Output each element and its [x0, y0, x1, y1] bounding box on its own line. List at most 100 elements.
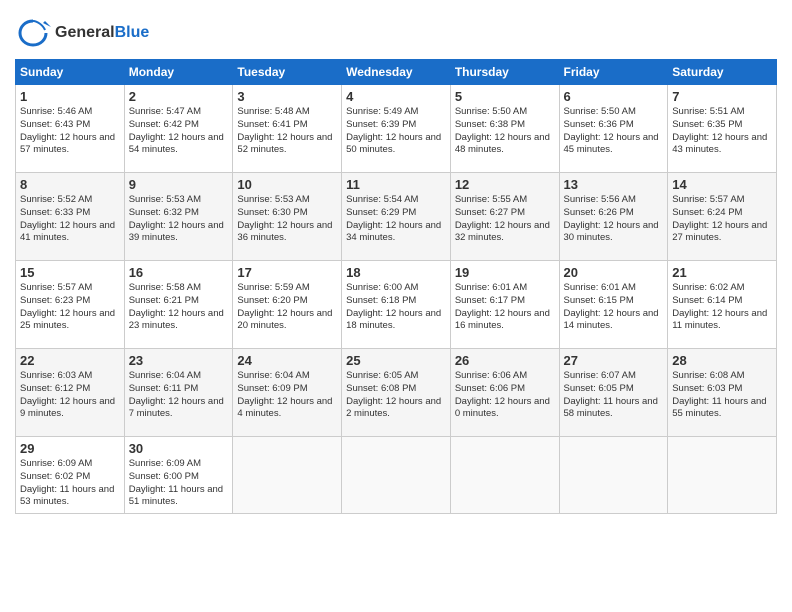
day-info: Sunrise: 5:54 AM Sunset: 6:29 PM Dayligh…: [346, 194, 446, 245]
daylight: Daylight: 12 hours and 23 minutes.: [129, 308, 224, 332]
calendar-cell: [559, 437, 668, 514]
daylight: Daylight: 12 hours and 4 minutes.: [237, 396, 332, 420]
header: GeneralBlue: [15, 15, 777, 51]
col-friday: Friday: [559, 60, 668, 85]
day-info: Sunrise: 6:04 AM Sunset: 6:11 PM Dayligh…: [129, 370, 229, 421]
day-info: Sunrise: 5:47 AM Sunset: 6:42 PM Dayligh…: [129, 106, 229, 157]
sunrise: Sunrise: 5:49 AM: [346, 106, 418, 117]
day-info: Sunrise: 5:59 AM Sunset: 6:20 PM Dayligh…: [237, 282, 337, 333]
sunset: Sunset: 6:26 PM: [564, 207, 634, 218]
day-number: 6: [564, 89, 664, 104]
calendar-cell: 3 Sunrise: 5:48 AM Sunset: 6:41 PM Dayli…: [233, 85, 342, 173]
sunset: Sunset: 6:41 PM: [237, 119, 307, 130]
day-info: Sunrise: 5:58 AM Sunset: 6:21 PM Dayligh…: [129, 282, 229, 333]
daylight: Daylight: 12 hours and 7 minutes.: [129, 396, 224, 420]
calendar-cell: 10 Sunrise: 5:53 AM Sunset: 6:30 PM Dayl…: [233, 173, 342, 261]
day-info: Sunrise: 5:51 AM Sunset: 6:35 PM Dayligh…: [672, 106, 772, 157]
day-number: 2: [129, 89, 229, 104]
logo: GeneralBlue: [15, 15, 149, 51]
col-saturday: Saturday: [668, 60, 777, 85]
daylight: Daylight: 12 hours and 14 minutes.: [564, 308, 659, 332]
daylight: Daylight: 12 hours and 52 minutes.: [237, 132, 332, 156]
sunset: Sunset: 6:30 PM: [237, 207, 307, 218]
daylight: Daylight: 11 hours and 58 minutes.: [564, 396, 658, 420]
calendar-cell: 12 Sunrise: 5:55 AM Sunset: 6:27 PM Dayl…: [450, 173, 559, 261]
sunrise: Sunrise: 5:52 AM: [20, 194, 92, 205]
daylight: Daylight: 12 hours and 18 minutes.: [346, 308, 441, 332]
calendar-cell: 5 Sunrise: 5:50 AM Sunset: 6:38 PM Dayli…: [450, 85, 559, 173]
sunset: Sunset: 6:21 PM: [129, 295, 199, 306]
day-info: Sunrise: 6:06 AM Sunset: 6:06 PM Dayligh…: [455, 370, 555, 421]
sunset: Sunset: 6:33 PM: [20, 207, 90, 218]
sunrise: Sunrise: 6:04 AM: [237, 370, 309, 381]
sunset: Sunset: 6:43 PM: [20, 119, 90, 130]
day-number: 29: [20, 441, 120, 456]
sunset: Sunset: 6:17 PM: [455, 295, 525, 306]
sunrise: Sunrise: 5:50 AM: [455, 106, 527, 117]
sunset: Sunset: 6:29 PM: [346, 207, 416, 218]
calendar-cell: 24 Sunrise: 6:04 AM Sunset: 6:09 PM Dayl…: [233, 349, 342, 437]
sunrise: Sunrise: 6:08 AM: [672, 370, 744, 381]
day-number: 10: [237, 177, 337, 192]
calendar-cell: 1 Sunrise: 5:46 AM Sunset: 6:43 PM Dayli…: [16, 85, 125, 173]
col-thursday: Thursday: [450, 60, 559, 85]
week-row-4: 22 Sunrise: 6:03 AM Sunset: 6:12 PM Dayl…: [16, 349, 777, 437]
day-info: Sunrise: 5:53 AM Sunset: 6:30 PM Dayligh…: [237, 194, 337, 245]
day-info: Sunrise: 5:49 AM Sunset: 6:39 PM Dayligh…: [346, 106, 446, 157]
sunrise: Sunrise: 5:50 AM: [564, 106, 636, 117]
calendar-cell: [668, 437, 777, 514]
day-info: Sunrise: 6:03 AM Sunset: 6:12 PM Dayligh…: [20, 370, 120, 421]
sunset: Sunset: 6:05 PM: [564, 383, 634, 394]
sunrise: Sunrise: 5:57 AM: [20, 282, 92, 293]
sunset: Sunset: 6:15 PM: [564, 295, 634, 306]
calendar-cell: 11 Sunrise: 5:54 AM Sunset: 6:29 PM Dayl…: [342, 173, 451, 261]
calendar-cell: 19 Sunrise: 6:01 AM Sunset: 6:17 PM Dayl…: [450, 261, 559, 349]
day-number: 26: [455, 353, 555, 368]
daylight: Daylight: 12 hours and 48 minutes.: [455, 132, 550, 156]
sunset: Sunset: 6:08 PM: [346, 383, 416, 394]
week-row-2: 8 Sunrise: 5:52 AM Sunset: 6:33 PM Dayli…: [16, 173, 777, 261]
daylight: Daylight: 12 hours and 20 minutes.: [237, 308, 332, 332]
day-info: Sunrise: 6:08 AM Sunset: 6:03 PM Dayligh…: [672, 370, 772, 421]
col-tuesday: Tuesday: [233, 60, 342, 85]
col-wednesday: Wednesday: [342, 60, 451, 85]
day-info: Sunrise: 6:04 AM Sunset: 6:09 PM Dayligh…: [237, 370, 337, 421]
sunset: Sunset: 6:18 PM: [346, 295, 416, 306]
sunset: Sunset: 6:03 PM: [672, 383, 742, 394]
calendar-cell: 27 Sunrise: 6:07 AM Sunset: 6:05 PM Dayl…: [559, 349, 668, 437]
sunset: Sunset: 6:20 PM: [237, 295, 307, 306]
calendar-cell: 25 Sunrise: 6:05 AM Sunset: 6:08 PM Dayl…: [342, 349, 451, 437]
day-number: 16: [129, 265, 229, 280]
sunrise: Sunrise: 5:58 AM: [129, 282, 201, 293]
calendar-cell: 26 Sunrise: 6:06 AM Sunset: 6:06 PM Dayl…: [450, 349, 559, 437]
day-number: 15: [20, 265, 120, 280]
day-number: 9: [129, 177, 229, 192]
sunrise: Sunrise: 6:01 AM: [455, 282, 527, 293]
sunrise: Sunrise: 6:04 AM: [129, 370, 201, 381]
calendar-cell: 4 Sunrise: 5:49 AM Sunset: 6:39 PM Dayli…: [342, 85, 451, 173]
calendar-cell: 22 Sunrise: 6:03 AM Sunset: 6:12 PM Dayl…: [16, 349, 125, 437]
sunset: Sunset: 6:38 PM: [455, 119, 525, 130]
day-number: 7: [672, 89, 772, 104]
day-info: Sunrise: 5:46 AM Sunset: 6:43 PM Dayligh…: [20, 106, 120, 157]
calendar-cell: 30 Sunrise: 6:09 AM Sunset: 6:00 PM Dayl…: [124, 437, 233, 514]
sunset: Sunset: 6:24 PM: [672, 207, 742, 218]
col-monday: Monday: [124, 60, 233, 85]
day-info: Sunrise: 5:48 AM Sunset: 6:41 PM Dayligh…: [237, 106, 337, 157]
daylight: Daylight: 11 hours and 55 minutes.: [672, 396, 766, 420]
sunset: Sunset: 6:00 PM: [129, 471, 199, 482]
day-info: Sunrise: 5:52 AM Sunset: 6:33 PM Dayligh…: [20, 194, 120, 245]
daylight: Daylight: 12 hours and 32 minutes.: [455, 220, 550, 244]
daylight: Daylight: 12 hours and 11 minutes.: [672, 308, 767, 332]
sunset: Sunset: 6:09 PM: [237, 383, 307, 394]
sunrise: Sunrise: 6:00 AM: [346, 282, 418, 293]
daylight: Daylight: 12 hours and 43 minutes.: [672, 132, 767, 156]
day-info: Sunrise: 5:50 AM Sunset: 6:36 PM Dayligh…: [564, 106, 664, 157]
day-info: Sunrise: 6:09 AM Sunset: 6:00 PM Dayligh…: [129, 458, 229, 509]
calendar-cell: 2 Sunrise: 5:47 AM Sunset: 6:42 PM Dayli…: [124, 85, 233, 173]
day-info: Sunrise: 5:57 AM Sunset: 6:24 PM Dayligh…: [672, 194, 772, 245]
day-number: 24: [237, 353, 337, 368]
calendar-cell: [450, 437, 559, 514]
sunset: Sunset: 6:36 PM: [564, 119, 634, 130]
day-info: Sunrise: 6:01 AM Sunset: 6:17 PM Dayligh…: [455, 282, 555, 333]
